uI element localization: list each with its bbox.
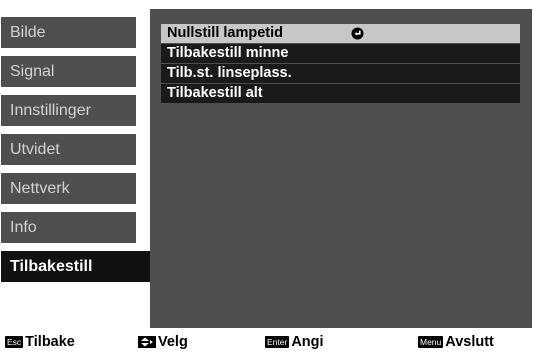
- key-hints-bar: Esc Tilbake Velg Enter Angi Menu Avslutt: [0, 333, 533, 351]
- sidebar-item-tilbakestill[interactable]: Tilbakestill: [1, 251, 150, 282]
- menu-item-reset-memory[interactable]: Tilbakestill minne: [161, 44, 520, 63]
- sidebar-item-info[interactable]: Info: [1, 212, 136, 243]
- menu-item-label: Tilbakestill alt: [167, 85, 263, 101]
- hint-back: Esc Tilbake: [5, 334, 75, 350]
- hint-select-label: Velg: [158, 334, 188, 350]
- hint-enter: Enter Angi: [265, 334, 324, 350]
- menu-item-label: Nullstill lampetid: [167, 25, 284, 41]
- sidebar-item-innstillinger[interactable]: Innstillinger: [1, 95, 136, 126]
- hint-enter-label: Angi: [291, 334, 324, 350]
- reset-menu: Nullstill lampetid Tilbakestill minne Ti…: [161, 24, 520, 104]
- sidebar-item-signal[interactable]: Signal: [1, 56, 136, 87]
- enter-icon: [351, 27, 364, 40]
- sidebar: Bilde Signal Innstillinger Utvidet Nettv…: [0, 0, 150, 330]
- reset-menu-panel: Nullstill lampetid Tilbakestill minne Ti…: [150, 9, 532, 328]
- sidebar-item-nettverk[interactable]: Nettverk: [1, 173, 136, 204]
- sidebar-item-bilde[interactable]: Bilde: [1, 17, 136, 48]
- menu-item-reset-all[interactable]: Tilbakestill alt: [161, 84, 520, 103]
- hint-exit-label: Avslutt: [445, 334, 494, 350]
- up-down-arrow-icon: [138, 336, 156, 348]
- menu-item-label: Tilbakestill minne: [167, 45, 289, 61]
- menu-key-icon: Menu: [418, 336, 444, 348]
- sidebar-item-utvidet[interactable]: Utvidet: [1, 134, 136, 165]
- menu-item-reset-lamp-hours[interactable]: Nullstill lampetid: [161, 24, 520, 43]
- menu-item-reset-lens-position[interactable]: Tilb.st. linseplass.: [161, 64, 520, 83]
- hint-exit: Menu Avslutt: [418, 334, 494, 350]
- hint-back-label: Tilbake: [25, 334, 75, 350]
- hint-select: Velg: [138, 334, 188, 350]
- menu-item-label: Tilb.st. linseplass.: [167, 65, 292, 81]
- enter-key-icon: Enter: [265, 336, 290, 348]
- esc-key-icon: Esc: [5, 336, 24, 348]
